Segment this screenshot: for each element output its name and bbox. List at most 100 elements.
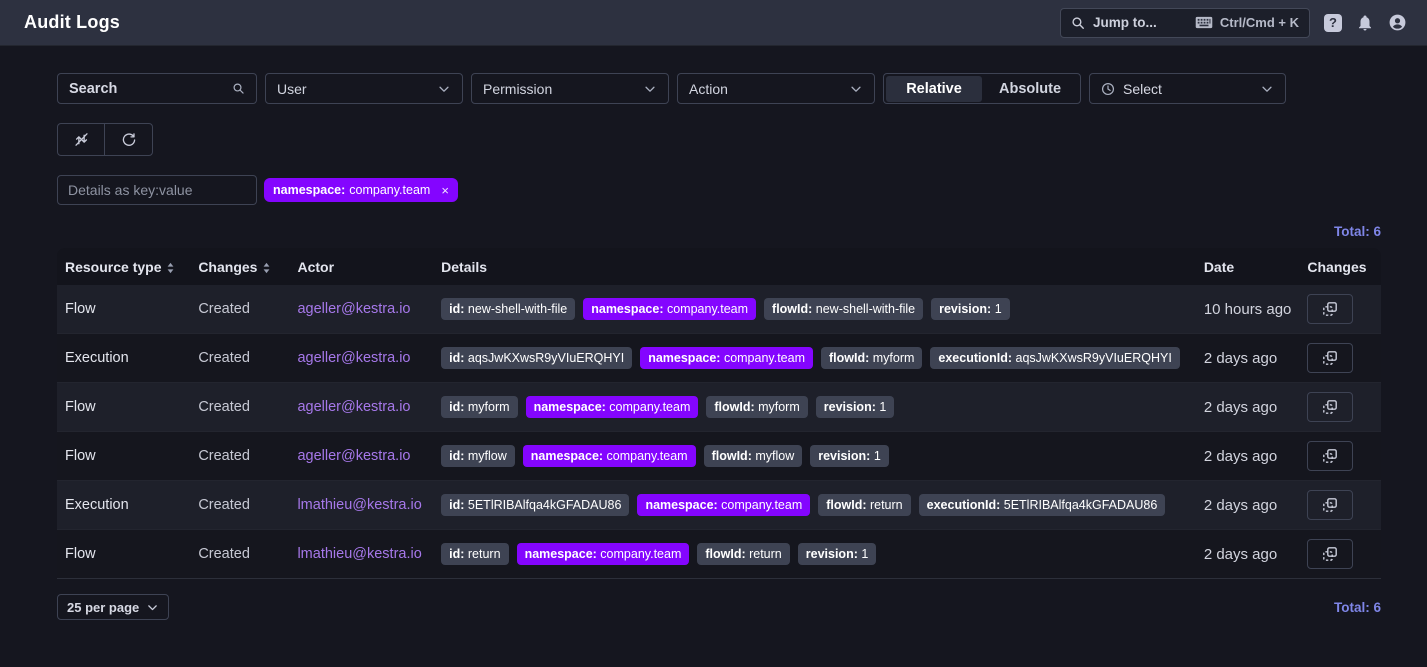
jump-to-shortcut: Ctrl/Cmd + K: [1220, 15, 1299, 30]
detail-badge: namespace: company.team: [637, 494, 810, 516]
user-filter-dropdown[interactable]: User: [265, 73, 463, 104]
details-filter-input[interactable]: [57, 175, 257, 205]
detail-badge: namespace: company.team: [526, 396, 699, 418]
actor-link[interactable]: lmathieu@kestra.io: [297, 546, 421, 562]
jump-to-search[interactable]: Jump to... Ctrl/Cmd + K: [1060, 8, 1310, 38]
detail-badge: executionId: 5ETlRIBAlfqa4kGFADAU86: [919, 494, 1166, 516]
topbar: Audit Logs Jump to... Ctrl/Cmd + K ?: [0, 0, 1427, 46]
view-changes-button[interactable]: [1307, 343, 1353, 373]
search-input[interactable]: [69, 81, 232, 97]
date-cell: 2 days ago: [1196, 530, 1300, 579]
clock-icon: [1101, 82, 1115, 96]
change-cell: Created: [190, 481, 289, 530]
help-button[interactable]: ?: [1324, 14, 1342, 32]
column-header-actor: Actor: [289, 248, 433, 285]
date-cell: 2 days ago: [1196, 481, 1300, 530]
refresh-button[interactable]: [105, 124, 152, 155]
detail-badge: namespace: company.team: [640, 347, 813, 369]
details-cell: id: aqsJwKXwsR9yVIuERQHYInamespace: comp…: [433, 334, 1196, 383]
audit-table-body: FlowCreatedageller@kestra.ioid: new-shel…: [57, 285, 1381, 579]
date-cell: 2 days ago: [1196, 334, 1300, 383]
column-header-resource-type[interactable]: Resource type: [57, 248, 190, 285]
filter-bar: User Permission Action Relative Absolute: [57, 73, 1381, 104]
column-header-changes[interactable]: Changes: [190, 248, 289, 285]
actor-link[interactable]: ageller@kestra.io: [297, 399, 410, 415]
change-cell: Created: [190, 334, 289, 383]
time-mode-toggle: Relative Absolute: [883, 73, 1081, 104]
detail-badge: executionId: aqsJwKXwsR9yVIuERQHYI: [930, 347, 1179, 369]
view-changes-button[interactable]: [1307, 392, 1353, 422]
remove-tag-icon[interactable]: ×: [441, 183, 449, 198]
toggle-relative[interactable]: Relative: [886, 76, 982, 102]
details-cell: id: myformnamespace: company.teamflowId:…: [433, 383, 1196, 432]
namespace-filter-tag: namespace: company.team ×: [264, 178, 458, 202]
table-toolbar: [57, 123, 153, 156]
details-filter-row: namespace: company.team ×: [57, 175, 1381, 205]
diff-cell: [1299, 432, 1381, 481]
column-header-details: Details: [433, 248, 1196, 285]
page-title: Audit Logs: [24, 12, 120, 33]
jump-to-placeholder: Jump to...: [1093, 15, 1157, 30]
account-icon: [1388, 13, 1407, 32]
permission-filter-dropdown[interactable]: Permission: [471, 73, 669, 104]
clear-sort-button[interactable]: [58, 124, 105, 155]
action-filter-dropdown[interactable]: Action: [677, 73, 875, 104]
actor-link[interactable]: lmathieu@kestra.io: [297, 497, 421, 513]
details-cell: id: new-shell-with-filenamespace: compan…: [433, 285, 1196, 334]
diff-cell: [1299, 383, 1381, 432]
table-row: FlowCreatedlmathieu@kestra.ioid: returnn…: [57, 530, 1381, 579]
chevron-down-icon: [1260, 82, 1274, 96]
actor-link[interactable]: ageller@kestra.io: [297, 301, 410, 317]
detail-badge: flowId: return: [818, 494, 910, 516]
detail-badge: id: 5ETlRIBAlfqa4kGFADAU86: [441, 494, 629, 516]
diff-cell: [1299, 334, 1381, 383]
account-button[interactable]: [1388, 13, 1407, 32]
search-input-wrapper: [57, 73, 257, 104]
audit-logs-table: Resource type Changes Actor Details Date…: [57, 248, 1381, 579]
per-page-select[interactable]: 25 per page: [57, 594, 169, 620]
detail-badge: revision: 1: [798, 543, 877, 565]
total-count-top: Total: 6: [57, 224, 1381, 239]
sort-off-icon: [73, 131, 90, 148]
sort-icon[interactable]: [262, 262, 271, 274]
main-content: User Permission Action Relative Absolute: [0, 46, 1427, 644]
detail-badge: flowId: myform: [821, 347, 922, 369]
table-row: ExecutionCreatedageller@kestra.ioid: aqs…: [57, 334, 1381, 383]
view-changes-button[interactable]: [1307, 490, 1353, 520]
diff-icon: [1321, 398, 1339, 416]
bell-icon: [1356, 14, 1374, 32]
detail-badge: flowId: myflow: [704, 445, 803, 467]
search-icon: [1071, 16, 1085, 30]
view-changes-button[interactable]: [1307, 539, 1353, 569]
change-cell: Created: [190, 432, 289, 481]
actor-link[interactable]: ageller@kestra.io: [297, 448, 410, 464]
time-range-select[interactable]: Select: [1089, 73, 1286, 104]
chevron-down-icon: [146, 601, 159, 614]
view-changes-button[interactable]: [1307, 294, 1353, 324]
help-icon: ?: [1324, 14, 1342, 32]
actor-cell: ageller@kestra.io: [289, 334, 433, 383]
search-icon: [232, 82, 245, 95]
detail-badge: revision: 1: [816, 396, 895, 418]
detail-badge: flowId: new-shell-with-file: [764, 298, 923, 320]
diff-cell: [1299, 530, 1381, 579]
diff-icon: [1321, 300, 1339, 318]
chevron-down-icon: [437, 82, 451, 96]
table-footer: 25 per page Total: 6: [57, 594, 1381, 644]
chevron-down-icon: [643, 82, 657, 96]
toggle-absolute[interactable]: Absolute: [982, 76, 1078, 102]
detail-badge: id: return: [441, 543, 508, 565]
actor-link[interactable]: ageller@kestra.io: [297, 350, 410, 366]
diff-cell: [1299, 481, 1381, 530]
date-cell: 10 hours ago: [1196, 285, 1300, 334]
notifications-button[interactable]: [1356, 14, 1374, 32]
date-cell: 2 days ago: [1196, 383, 1300, 432]
keyboard-icon: [1195, 16, 1213, 29]
sort-icon[interactable]: [166, 262, 175, 274]
diff-cell: [1299, 285, 1381, 334]
table-row: FlowCreatedageller@kestra.ioid: new-shel…: [57, 285, 1381, 334]
details-cell: id: myflownamespace: company.teamflowId:…: [433, 432, 1196, 481]
change-cell: Created: [190, 285, 289, 334]
view-changes-button[interactable]: [1307, 441, 1353, 471]
diff-icon: [1321, 496, 1339, 514]
